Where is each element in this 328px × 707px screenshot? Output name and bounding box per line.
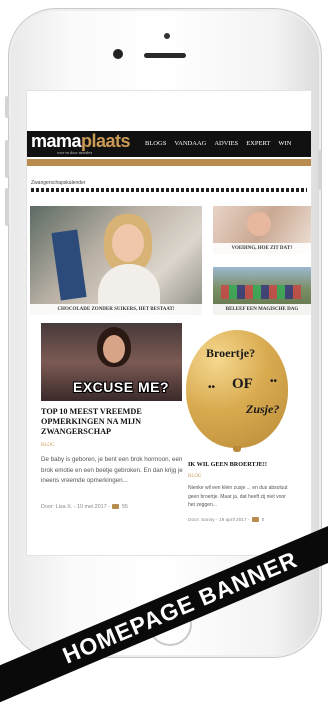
site-logo[interactable]: mamaplaats	[31, 131, 131, 152]
meta-prefix: Door:	[188, 518, 202, 523]
gold-divider	[27, 159, 311, 166]
baby-feet-icon: ••	[270, 376, 278, 387]
pregnancy-calendar-label[interactable]: Zwangerschapskalender	[31, 180, 85, 186]
post-image-text: EXCUSE ME?	[73, 379, 170, 395]
baby-feet-icon: ••	[208, 382, 216, 393]
earpiece-speaker	[144, 53, 186, 58]
post-date: - 10 mei 2017 -	[73, 504, 110, 510]
post-meta: Door: Sanny - 19 april 2017 - 0	[188, 517, 264, 523]
feature-voeding[interactable]: VOEDING, HOE ZIT DAT?	[213, 206, 311, 254]
volume-up-button	[5, 140, 9, 178]
volume-down-button	[5, 188, 9, 226]
feature-caption: BELEEF EEN MAGISCHE DAG	[213, 304, 311, 315]
post-photo-face	[103, 335, 125, 363]
balloon-text-broertje: Broertje?	[206, 346, 256, 360]
nav-advies[interactable]: ADVIES	[214, 140, 238, 147]
chocolate-box-image	[51, 229, 87, 301]
main-nav: BLOGS VANDAAG ADVIES EXPERT WIN	[145, 140, 299, 147]
mute-switch	[5, 96, 9, 118]
balloon-text-zusje: Zusje?	[246, 402, 280, 416]
feature-magische-dag[interactable]: BELEEF EEN MAGISCHE DAG	[213, 267, 311, 315]
balloon-text-of: OF	[232, 376, 253, 392]
nav-win[interactable]: WIN	[278, 140, 291, 147]
post-date: - 19 april 2017 -	[216, 518, 250, 523]
post-title[interactable]: IK WIL GEEN BROERTJE!!	[188, 460, 288, 470]
post-image-excuse-me[interactable]: EXCUSE ME?	[41, 323, 182, 401]
feature-caption: CHOCOLADE ZONDER SUIKERS, HET BESTAAT!	[30, 304, 202, 315]
nav-vandaag[interactable]: VANDAAG	[174, 140, 206, 147]
feature-chocolate[interactable]: CHOCOLADE ZONDER SUIKERS, HET BESTAAT!	[30, 206, 202, 315]
front-camera	[113, 49, 123, 59]
feature-photo-baby	[247, 212, 271, 236]
feature-photo-face	[112, 224, 144, 262]
post-title[interactable]: TOP 10 MEEST VREEMDE OPMERKINGEN NA MIJN…	[41, 407, 186, 437]
power-button	[318, 150, 322, 190]
site-tagline: voor en door moeders	[57, 150, 93, 155]
comment-count[interactable]: 55	[122, 504, 128, 510]
logo-accent: plaats	[81, 131, 131, 151]
balloon-knot	[233, 446, 241, 452]
meta-prefix: Door:	[41, 504, 56, 510]
post-category[interactable]: BLOG	[188, 474, 202, 479]
feature-photo-body	[98, 264, 160, 304]
post-excerpt: Nienke wil een klein zusje ... en dus ab…	[188, 485, 288, 508]
post-meta: Door: Lisa X. - 10 mei 2017 - 55	[41, 504, 128, 510]
feature-caption: VOEDING, HOE ZIT DAT?	[213, 243, 311, 254]
post-author[interactable]: Sanny	[201, 518, 215, 523]
post-category[interactable]: BLOG	[41, 443, 55, 448]
comment-count[interactable]: 0	[262, 518, 265, 523]
comment-icon	[111, 504, 119, 509]
feature-photo-crowd	[221, 285, 301, 299]
comment-icon	[251, 517, 259, 522]
nav-expert[interactable]: EXPERT	[246, 140, 270, 147]
post-excerpt: De baby is geboren, je bent een brok hor…	[41, 456, 183, 484]
site-header: mamaplaats voor en door moeders BLOGS VAN…	[27, 131, 311, 157]
post-author[interactable]: Lisa X.	[56, 504, 72, 510]
logo-main: mama	[31, 131, 82, 151]
nav-blogs[interactable]: BLOGS	[145, 140, 166, 147]
proximity-sensor	[164, 33, 170, 39]
pregnancy-calendar-strip[interactable]	[31, 188, 307, 192]
